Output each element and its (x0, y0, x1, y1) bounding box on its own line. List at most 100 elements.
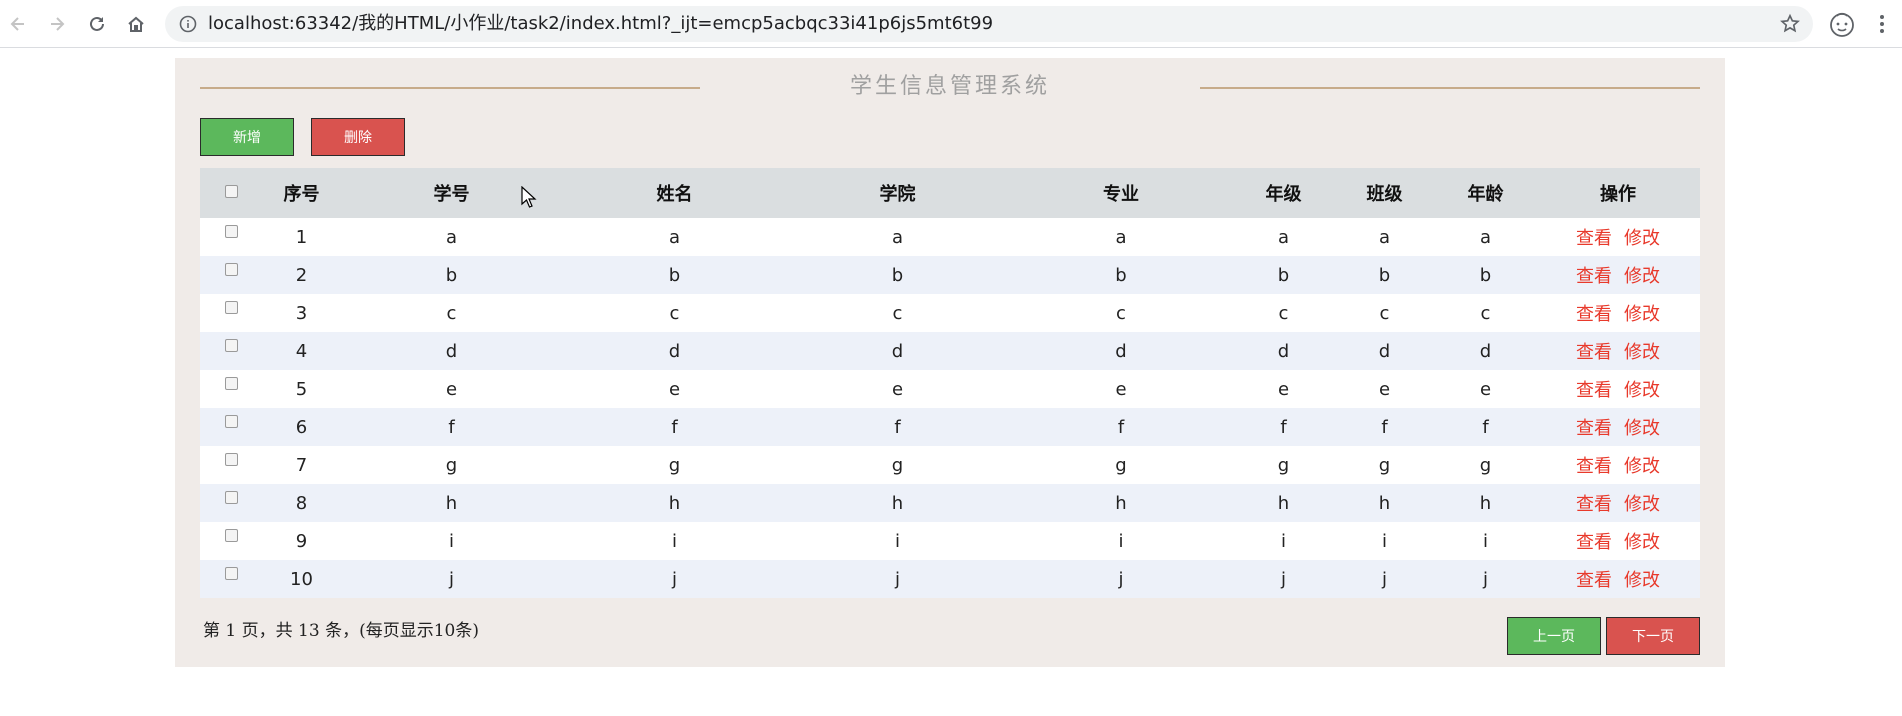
header-actions: 操作 (1536, 168, 1700, 218)
row-checkbox[interactable] (225, 301, 238, 314)
info-icon[interactable] (179, 15, 197, 33)
cell-age: i (1435, 522, 1536, 560)
table-row: 6 f f f f f f f 查看 修改 (200, 408, 1700, 446)
cell-no: 3 (263, 294, 340, 332)
view-link[interactable]: 查看 (1576, 380, 1612, 401)
row-checkbox[interactable] (225, 491, 238, 504)
reload-button[interactable] (83, 10, 111, 38)
view-link[interactable]: 查看 (1576, 494, 1612, 515)
bookmark-star-icon[interactable] (1779, 13, 1801, 35)
edit-link[interactable]: 修改 (1624, 494, 1660, 515)
cell-id: b (340, 256, 563, 294)
cell-college: b (786, 256, 1009, 294)
cell-college: g (786, 446, 1009, 484)
cell-age: a (1435, 218, 1536, 256)
row-actions: 查看 修改 (1536, 218, 1700, 256)
row-checkbox[interactable] (225, 263, 238, 276)
edit-link[interactable]: 修改 (1624, 304, 1660, 325)
forward-button[interactable] (43, 10, 71, 38)
row-checkbox[interactable] (225, 453, 238, 466)
cell-name: e (563, 370, 786, 408)
more-menu-icon[interactable] (1870, 10, 1894, 38)
row-select-cell (200, 560, 263, 598)
cell-age: c (1435, 294, 1536, 332)
table-row: 10 j j j j j j j 查看 修改 (200, 560, 1700, 598)
cell-grade: e (1233, 370, 1334, 408)
home-button[interactable] (122, 10, 150, 38)
cell-grade: b (1233, 256, 1334, 294)
cell-age: j (1435, 560, 1536, 598)
cell-grade: j (1233, 560, 1334, 598)
next-page-button[interactable]: 下一页 (1606, 617, 1700, 655)
view-link[interactable]: 查看 (1576, 570, 1612, 591)
cell-id: a (340, 218, 563, 256)
arrow-right-icon (51, 17, 65, 31)
cell-id: e (340, 370, 563, 408)
table-row: 8 h h h h h h h 查看 修改 (200, 484, 1700, 522)
arrow-left-icon (10, 17, 24, 31)
table-body: 1 a a a a a a a 查看 修改 2 b b b b b b b 查看 修改 3 c c c c c c c 查看 修改 4 d d d… (200, 218, 1700, 598)
profile-avatar-icon[interactable] (1828, 10, 1856, 38)
url-text[interactable]: localhost:63342/我的HTML/小作业/task2/index.h… (208, 6, 993, 42)
cell-age: b (1435, 256, 1536, 294)
row-select-cell (200, 446, 263, 484)
view-link[interactable]: 查看 (1576, 228, 1612, 249)
cell-id: g (340, 446, 563, 484)
cell-age: e (1435, 370, 1536, 408)
edit-link[interactable]: 修改 (1624, 342, 1660, 363)
cell-age: g (1435, 446, 1536, 484)
edit-link[interactable]: 修改 (1624, 456, 1660, 477)
edit-link[interactable]: 修改 (1624, 266, 1660, 287)
edit-link[interactable]: 修改 (1624, 532, 1660, 553)
row-checkbox[interactable] (225, 529, 238, 542)
cell-class: a (1334, 218, 1435, 256)
row-actions: 查看 修改 (1536, 446, 1700, 484)
cell-name: c (563, 294, 786, 332)
view-link[interactable]: 查看 (1576, 266, 1612, 287)
cell-name: a (563, 218, 786, 256)
view-link[interactable]: 查看 (1576, 304, 1612, 325)
row-checkbox[interactable] (225, 225, 238, 238)
row-checkbox[interactable] (225, 377, 238, 390)
cell-college: e (786, 370, 1009, 408)
cell-name: g (563, 446, 786, 484)
student-table: 序号 学号 姓名 学院 专业 年级 班级 年龄 操作 1 a a a a a a a 查看 修改 2… (200, 168, 1700, 598)
view-link[interactable]: 查看 (1576, 456, 1612, 477)
row-checkbox[interactable] (225, 339, 238, 352)
view-link[interactable]: 查看 (1576, 418, 1612, 439)
header-age: 年龄 (1435, 168, 1536, 218)
header-no: 序号 (263, 168, 340, 218)
table-row: 1 a a a a a a a 查看 修改 (200, 218, 1700, 256)
row-select-cell (200, 294, 263, 332)
view-link[interactable]: 查看 (1576, 342, 1612, 363)
edit-link[interactable]: 修改 (1624, 570, 1660, 591)
title-row: 学生信息管理系统 (200, 72, 1700, 102)
cell-class: c (1334, 294, 1435, 332)
cell-id: h (340, 484, 563, 522)
cell-major: e (1009, 370, 1233, 408)
add-button[interactable]: 新增 (200, 118, 294, 156)
prev-page-button[interactable]: 上一页 (1507, 617, 1601, 655)
cell-grade: g (1233, 446, 1334, 484)
cell-age: h (1435, 484, 1536, 522)
back-button[interactable] (4, 10, 32, 38)
select-all-checkbox[interactable] (225, 185, 238, 198)
row-actions: 查看 修改 (1536, 560, 1700, 598)
edit-link[interactable]: 修改 (1624, 380, 1660, 401)
row-checkbox[interactable] (225, 567, 238, 580)
cell-age: f (1435, 408, 1536, 446)
address-bar[interactable]: localhost:63342/我的HTML/小作业/task2/index.h… (165, 6, 1813, 42)
edit-link[interactable]: 修改 (1624, 228, 1660, 249)
cell-grade: f (1233, 408, 1334, 446)
view-link[interactable]: 查看 (1576, 532, 1612, 553)
cell-class: f (1334, 408, 1435, 446)
home-icon (128, 16, 144, 32)
cell-college: c (786, 294, 1009, 332)
table-header: 序号 学号 姓名 学院 专业 年级 班级 年龄 操作 (200, 168, 1700, 218)
cell-class: h (1334, 484, 1435, 522)
row-checkbox[interactable] (225, 415, 238, 428)
row-select-cell (200, 256, 263, 294)
header-college: 学院 (786, 168, 1009, 218)
edit-link[interactable]: 修改 (1624, 418, 1660, 439)
delete-button[interactable]: 删除 (311, 118, 405, 156)
